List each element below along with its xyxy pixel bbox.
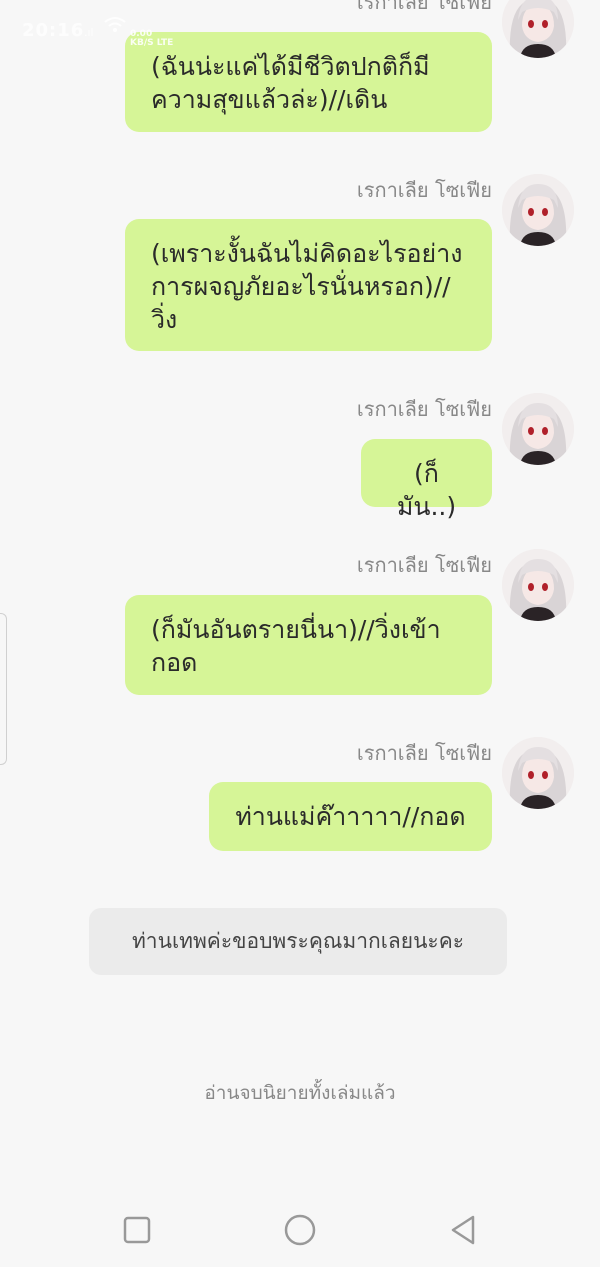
avatar[interactable] [502,174,574,246]
avatar[interactable] [502,549,574,621]
message-text: (ฉันน่ะแค่ได้มีชีวิตปกติก็มีความสุขแล้วล… [151,52,430,114]
sender-name: เรกาเลีย โซเฟีย [356,741,492,765]
message-text: ท่านแม่ค๊าาาาา//กอด [235,802,466,831]
system-message: ท่านเทพค่ะขอบพระคุณมากเลยนะคะ [89,908,507,975]
message-text: (ก็มันอันตรายนี่นา)//วิ่งเข้ากอด [151,615,441,677]
sender-name: เรกาเลีย โซเฟีย [356,178,492,202]
system-message-text: ท่านเทพค่ะขอบพระคุณมากเลยนะคะ [131,929,465,953]
message-bubble[interactable]: ท่านแม่ค๊าาาาา//กอด [209,782,492,851]
avatar[interactable] [502,393,574,465]
triangle-back-icon[interactable] [443,1210,483,1250]
avatar[interactable] [502,737,574,809]
message-text: (ก็มัน..) [396,459,457,521]
anime-girl-avatar-icon [502,549,574,621]
message-bubble[interactable]: (ก็มันอันตรายนี่นา)//วิ่งเข้ากอด [125,595,492,695]
side-drawer-handle[interactable] [0,613,7,765]
status-time: 20:16 [22,20,85,41]
message-bubble[interactable]: (ฉันน่ะแค่ได้มีชีวิตปกติก็มีความสุขแล้วล… [125,32,492,132]
avatar[interactable] [502,0,574,58]
message-bubble[interactable]: (เพราะงั้นฉันไม่คิดอะไรอย่างการผจญภัยอะไ… [125,219,492,351]
square-icon[interactable] [117,1210,157,1250]
sender-name: เรกาเลีย โซเฟีย [356,553,492,577]
chat-message: เรกาเลีย โซเฟีย ท่านแม่ค๊าาาาา//กอด [0,0,574,851]
anime-girl-avatar-icon [502,393,574,465]
anime-girl-avatar-icon [502,737,574,809]
anime-girl-avatar-icon [502,0,574,58]
navigation-bar [0,1190,600,1267]
wifi-icon [104,17,126,32]
signal-icon: .ıl [84,26,94,39]
circle-icon[interactable] [280,1210,320,1250]
anime-girl-avatar-icon [502,174,574,246]
sender-name: เรกาเลีย โซเฟีย [356,0,492,14]
end-of-story-note: อ่านจบนิยายทั้งเล่มแล้ว [204,1082,396,1104]
sender-name: เรกาเลีย โซเฟีย [356,397,492,421]
message-bubble[interactable]: (ก็มัน..) [361,439,492,521]
message-text: (เพราะงั้นฉันไม่คิดอะไรอย่างการผจญภัยอะไ… [151,239,463,334]
